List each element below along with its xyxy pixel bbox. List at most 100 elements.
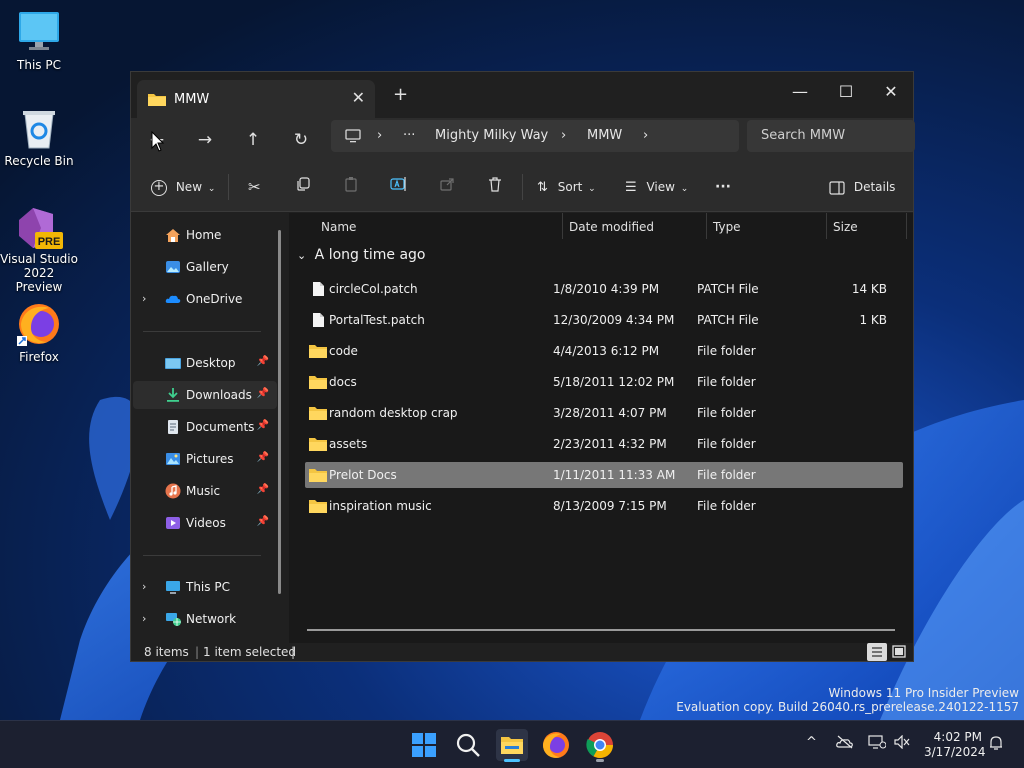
file-name: inspiration music	[329, 499, 432, 513]
sort-button[interactable]: ⇅ Sort ⌄	[537, 176, 596, 198]
table-row[interactable]: PortalTest.patch 12/30/2009 4:34 PM PATCH …	[305, 307, 903, 333]
desktop-icon-this-pc[interactable]: This PC	[0, 10, 78, 72]
file-size: 1 KB	[859, 313, 887, 327]
file-list[interactable]: Name Date modified Type Size ⌄ A long ti…	[289, 213, 913, 643]
column-divider[interactable]	[706, 213, 707, 239]
taskbar-file-explorer[interactable]	[496, 729, 528, 762]
tiles-view-icon	[892, 645, 906, 658]
taskbar-firefox[interactable]	[540, 729, 572, 761]
column-header-size[interactable]: Size	[833, 213, 858, 241]
sidebar-item-music[interactable]: Music 📌	[133, 477, 277, 505]
desktop-icon-firefox[interactable]: Firefox	[0, 302, 78, 364]
volume-muted-icon[interactable]	[894, 734, 910, 753]
breadcrumb-chevron[interactable]: ›	[643, 128, 648, 143]
file-name: docs	[329, 375, 357, 389]
breadcrumb-chevron[interactable]: ›	[377, 128, 382, 143]
desktop-icon-visual-studio[interactable]: PRE Visual Studio 2022 Preview	[0, 204, 78, 294]
sidebar-item-gallery[interactable]: Gallery	[133, 253, 277, 281]
table-row[interactable]: random desktop crap 3/28/2011 4:07 PM File…	[305, 400, 903, 426]
column-divider[interactable]	[826, 213, 827, 239]
table-row[interactable]: code 4/4/2013 6:12 PM File folder	[305, 338, 903, 364]
sidebar-item-videos[interactable]: Videos 📌	[133, 509, 277, 537]
chevron-right-icon[interactable]: ›	[142, 612, 146, 625]
start-button[interactable]	[408, 729, 440, 761]
new-tab-button[interactable]: +	[393, 84, 408, 105]
tab-mmw[interactable]: MMW ✕	[137, 80, 375, 118]
navigation-pane[interactable]: Home Gallery › OneDrive Desktop 📌 Downlo…	[131, 213, 287, 643]
folder-icon	[309, 407, 327, 420]
file-date-modified: 1/11/2011 11:33 AM	[553, 468, 676, 482]
table-row[interactable]: inspiration music 8/13/2009 7:15 PM File f…	[305, 493, 903, 519]
view-button[interactable]: ☰ View ⌄	[625, 176, 688, 198]
rename-icon[interactable]	[390, 176, 408, 198]
show-hidden-icons-button[interactable]: ^	[806, 735, 817, 750]
folder-icon	[309, 376, 327, 389]
table-row[interactable]: Prelot Docs 1/11/2011 11:33 AM File folder	[305, 462, 903, 488]
search-button[interactable]	[452, 729, 484, 761]
table-row[interactable]: circleCol.patch 1/8/2010 4:39 PM PATCH Fil…	[305, 276, 903, 302]
taskbar: ^ 4:02 PM 3/17/2024	[0, 720, 1024, 768]
file-explorer-window[interactable]: MMW ✕ + — ☐ ✕ ← → ↑ ↻ › ··· Mighty Milky…	[130, 71, 915, 662]
sidebar-item-documents[interactable]: Documents 📌	[133, 413, 277, 441]
refresh-button[interactable]: ↻	[287, 126, 315, 154]
details-button[interactable]: Details	[829, 176, 895, 198]
horizontal-scrollbar[interactable]	[307, 629, 895, 631]
chevron-right-icon[interactable]: ›	[142, 292, 146, 305]
title-bar[interactable]: MMW ✕ + — ☐ ✕	[131, 72, 913, 118]
breadcrumb-chevron[interactable]: ›	[561, 128, 566, 143]
forward-button[interactable]: →	[191, 126, 219, 154]
taskbar-chrome[interactable]	[584, 729, 616, 762]
close-window-button[interactable]: ✕	[868, 78, 914, 106]
table-row[interactable]: docs 5/18/2011 12:02 PM File folder	[305, 369, 903, 395]
visual-studio-icon: PRE	[17, 204, 63, 249]
sidebar-item-onedrive[interactable]: › OneDrive	[133, 285, 277, 313]
file-explorer-icon	[501, 737, 523, 754]
new-button[interactable]: + New ⌄	[151, 176, 215, 198]
sidebar-item-this-pc[interactable]: › This PC	[133, 573, 277, 601]
tiles-view-toggle[interactable]	[889, 643, 909, 661]
search-input[interactable]: Search MMW	[747, 120, 915, 152]
column-header-name[interactable]: Name	[321, 213, 356, 241]
music-icon	[165, 483, 181, 499]
breadcrumb-mighty-milky-way[interactable]: Mighty Milky Way	[435, 128, 548, 143]
column-divider[interactable]	[562, 213, 563, 239]
share-icon[interactable]	[439, 176, 455, 198]
sidebar-item-pictures[interactable]: Pictures 📌	[133, 445, 277, 473]
more-options-button[interactable]: ···	[715, 176, 731, 198]
notification-bell-icon[interactable]	[988, 735, 1004, 755]
network-status-icon[interactable]	[868, 735, 887, 753]
sidebar-scrollbar[interactable]	[278, 230, 281, 594]
close-tab-icon[interactable]: ✕	[352, 88, 365, 107]
item-count: 8 items	[144, 645, 189, 659]
column-header-type[interactable]: Type	[713, 213, 741, 241]
column-header-date-modified[interactable]: Date modified	[569, 213, 654, 241]
group-header[interactable]: ⌄ A long time ago	[297, 247, 425, 263]
table-row[interactable]: assets 2/23/2011 4:32 PM File folder	[305, 431, 903, 457]
cut-icon[interactable]: ✂	[248, 176, 261, 198]
status-divider: |	[195, 645, 200, 659]
video-icon	[165, 515, 181, 531]
breadcrumb-mmw[interactable]: MMW	[587, 128, 622, 143]
sidebar-item-downloads[interactable]: Downloads 📌	[133, 381, 277, 409]
maximize-button[interactable]: ☐	[823, 78, 869, 106]
sidebar-item-desktop[interactable]: Desktop 📌	[133, 349, 277, 377]
up-button[interactable]: ↑	[239, 126, 267, 154]
minimize-button[interactable]: —	[777, 78, 823, 106]
onedrive-offline-icon[interactable]	[836, 735, 854, 753]
sidebar-item-label: Gallery	[186, 260, 229, 274]
pin-icon: 📌	[256, 356, 269, 367]
address-bar[interactable]: › ··· Mighty Milky Way › MMW ›	[331, 120, 739, 152]
details-view-toggle[interactable]	[867, 643, 887, 661]
folder-icon	[309, 345, 327, 358]
chevron-right-icon[interactable]: ›	[142, 580, 146, 593]
system-clock[interactable]: 4:02 PM 3/17/2024	[924, 730, 986, 760]
paste-icon[interactable]	[343, 176, 359, 198]
desktop-icon-recycle-bin[interactable]: Recycle Bin	[0, 106, 78, 168]
sidebar-item-network[interactable]: › Network	[133, 605, 277, 633]
delete-icon[interactable]	[487, 176, 503, 198]
breadcrumb-more[interactable]: ···	[403, 128, 415, 143]
column-divider[interactable]	[906, 213, 907, 239]
cloud-icon	[165, 291, 181, 307]
sidebar-item-home[interactable]: Home	[133, 221, 277, 249]
copy-icon[interactable]	[295, 176, 311, 198]
